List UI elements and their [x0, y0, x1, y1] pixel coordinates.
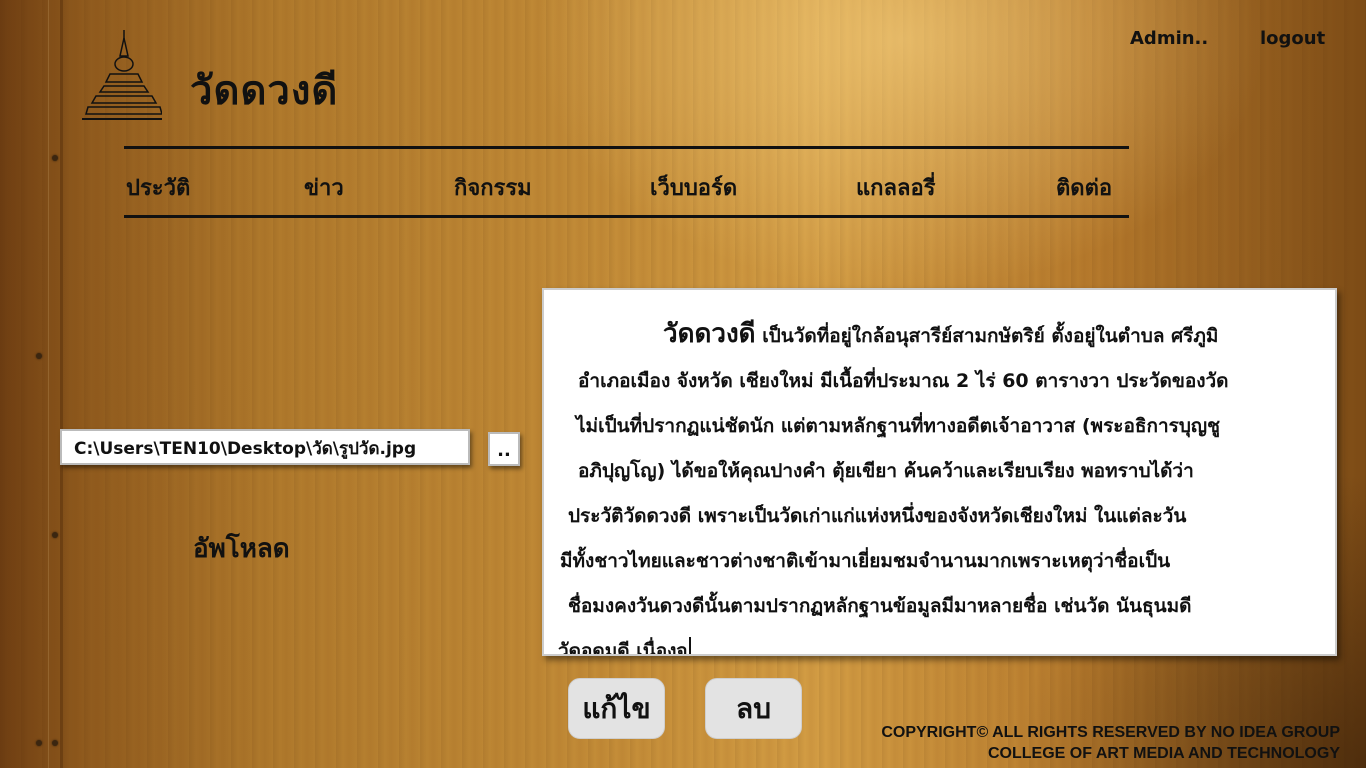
nav-item-webboard[interactable]: เว็บบอร์ด: [650, 170, 737, 205]
wood-plank-seam: [60, 0, 63, 768]
nav-item-gallery[interactable]: แกลลอรี่: [856, 170, 936, 205]
nav-divider-top: [124, 146, 1129, 149]
text-caret: [688, 636, 691, 654]
temple-logo-icon: [82, 30, 162, 120]
edit-button[interactable]: แก้ไข: [568, 678, 665, 739]
file-path-input[interactable]: C:\Users\TEN10\Desktop\วัด\รูปวัด.jpg: [60, 429, 470, 465]
nail-decoration: [52, 532, 58, 538]
delete-button[interactable]: ลบ: [705, 678, 802, 739]
editor-heading: วัดดวงดี: [663, 319, 756, 349]
editor-line: อำเภอเมือง จังหวัด เชียงใหม่ มีเนื้อที่ป…: [578, 370, 1229, 392]
footer-copyright: COPYRIGHT© ALL RIGHTS RESERVED BY NO IDE…: [881, 722, 1340, 764]
editor-line: วัดดวงดี เป็นวัดที่อยู่ใกล้อนุสารีย์สามก…: [558, 312, 1317, 359]
nail-decoration: [52, 155, 58, 161]
editor-line: ประวัติวัดดวงดี เพราะเป็นวัดเก่าแก่แห่งห…: [568, 505, 1187, 527]
editor-text: เป็นวัดที่อยู่ใกล้อนุสารีย์สามกษัตริย์ ต…: [762, 325, 1219, 347]
nav-item-activities[interactable]: กิจกรรม: [454, 170, 532, 205]
nav-item-news[interactable]: ข่าว: [304, 170, 344, 205]
nav-divider-bottom: [124, 215, 1129, 218]
nail-decoration: [52, 740, 58, 746]
editor-line: วัดอุดมดี เนื่องจ: [558, 629, 1317, 656]
logout-link[interactable]: logout: [1260, 28, 1325, 49]
browse-button[interactable]: ..: [488, 432, 520, 466]
site-title: วัดดวงดี: [190, 68, 339, 114]
upload-button[interactable]: อัพโหลด: [193, 528, 290, 569]
footer-line: COPYRIGHT© ALL RIGHTS RESERVED BY NO IDE…: [881, 724, 1340, 741]
editor-line: ชื่อมงคงวันดวงดีนั้นตามปรากฏหลักฐานข้อมู…: [568, 595, 1192, 617]
editor-line: อภิปุญโญ) ได้ขอให้คุณปางคำ ตุ้ยเขียา ค้น…: [578, 460, 1194, 482]
nav-item-contact[interactable]: ติดต่อ: [1056, 170, 1112, 205]
editor-line: ไม่เป็นที่ปรากฏแน่ชัดนัก แต่ตามหลักฐานที…: [576, 415, 1221, 437]
nav-item-history[interactable]: ประวัติ: [126, 170, 190, 205]
footer-line: COLLEGE OF ART MEDIA AND TECHNOLOGY: [988, 745, 1340, 762]
main-nav: ประวัติ ข่าว กิจกรรม เว็บบอร์ด แกลลอรี่ …: [126, 170, 1126, 204]
wood-plank-highlight: [48, 0, 49, 768]
editor-line: มีทั้งชาวไทยและชาวต่างชาติเข้ามาเยี่ยมชม…: [560, 550, 1171, 572]
content-editor[interactable]: วัดดวงดี เป็นวัดที่อยู่ใกล้อนุสารีย์สามก…: [542, 288, 1337, 656]
nail-decoration: [36, 740, 42, 746]
admin-link[interactable]: Admin..: [1130, 28, 1208, 49]
nail-decoration: [36, 353, 42, 359]
editor-text: วัดอุดมดี เนื่องจ: [558, 640, 688, 656]
